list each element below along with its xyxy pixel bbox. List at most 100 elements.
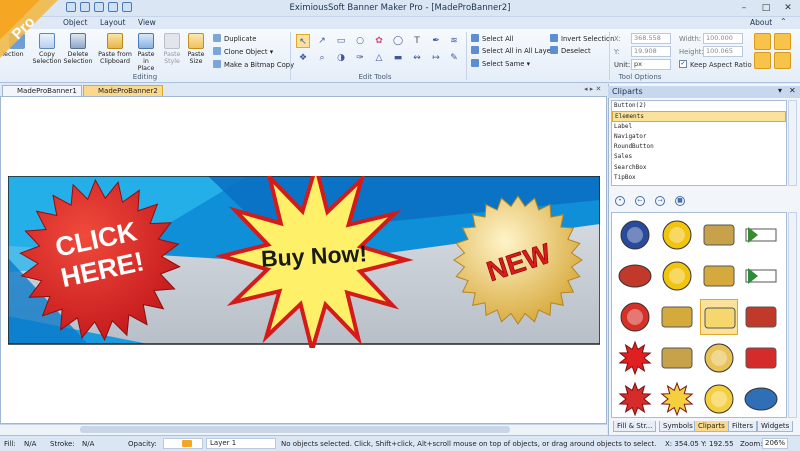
list-item[interactable]: Button(2)	[612, 101, 786, 111]
tab-widgets[interactable]: Widgets	[757, 421, 794, 432]
list-item[interactable]: SearchBox	[612, 163, 786, 173]
measure-tool-icon[interactable]: ↦	[429, 51, 443, 65]
tab-madeprobanner2[interactable]: MadeProBanner2	[83, 85, 163, 96]
number-two-clipart[interactable]	[616, 299, 654, 335]
close-icon[interactable]: ✕	[777, 0, 799, 16]
unit-select[interactable]: px	[631, 59, 671, 70]
dropper-tool-icon[interactable]: ✑	[353, 51, 367, 65]
back-icon[interactable]: ←	[635, 196, 645, 206]
paste-from-clipboard-button[interactable]: Paste from Clipboard	[97, 33, 133, 65]
gold-bubble-clipart[interactable]	[700, 258, 738, 294]
eraser-tool-icon[interactable]: ▬	[391, 51, 405, 65]
select-all-button[interactable]: Select All	[471, 34, 514, 43]
tab-madeprobanner1[interactable]: MadeProBanner1	[2, 85, 82, 96]
select-tool-icon[interactable]: ↖	[296, 34, 310, 48]
text-tool-icon[interactable]: T	[410, 34, 424, 48]
new-seal[interactable]: NEW	[453, 195, 583, 325]
invert-selection-button[interactable]: Invert Selection	[550, 34, 614, 43]
free-software-clipart[interactable]	[700, 381, 738, 417]
paste-style-button[interactable]: Paste Style	[160, 33, 184, 65]
list-scrollbar[interactable]	[788, 100, 797, 186]
bucket-tool-icon[interactable]: △	[372, 51, 386, 65]
badge-clipart[interactable]	[616, 217, 654, 253]
blue-sphere-clipart[interactable]	[742, 381, 780, 417]
ribbon-four-clipart[interactable]	[658, 299, 696, 335]
new-badge-clipart[interactable]	[700, 299, 738, 335]
clone-object-button[interactable]: Clone Object ▾	[213, 47, 273, 56]
list-item[interactable]: TipBox	[612, 173, 786, 183]
home-icon[interactable]: •	[615, 196, 625, 206]
tab-symbols[interactable]: Symbols	[659, 421, 697, 432]
ribbon-toggle-icon[interactable]: ⌃	[780, 17, 787, 26]
align-bottom-right-icon[interactable]	[774, 52, 791, 69]
gold-star-burst-clipart[interactable]	[700, 340, 738, 376]
ellipse-tool-icon[interactable]: ○	[353, 34, 367, 48]
align-top-right-icon[interactable]	[774, 33, 791, 50]
scrollbar-thumb[interactable]	[80, 426, 510, 433]
banner-artwork[interactable]: CLICK HERE! Buy Now! NEW	[8, 176, 600, 348]
menu-layout[interactable]: Layout	[100, 18, 126, 27]
clipart-gallery[interactable]	[611, 212, 787, 418]
align-bottom-left-icon[interactable]	[754, 52, 771, 69]
tab-filters[interactable]: Filters	[728, 421, 757, 432]
keep-aspect-checkbox[interactable]: ✓	[679, 60, 687, 68]
height-field[interactable]: 100.065	[703, 46, 743, 57]
menu-view[interactable]: View	[138, 18, 156, 27]
spiral-tool-icon[interactable]: ◯	[391, 34, 405, 48]
tweak-tool-icon[interactable]: ❖	[296, 51, 310, 65]
panel-pin-icon[interactable]: ▾	[778, 86, 782, 95]
minimize-icon[interactable]: –	[733, 0, 755, 16]
layer-select[interactable]: Layer 1	[206, 438, 276, 449]
maximize-icon[interactable]: □	[755, 0, 777, 16]
gallery-scrollbar[interactable]	[788, 212, 797, 418]
align-top-left-icon[interactable]	[754, 33, 771, 50]
red-oval-clipart[interactable]	[616, 258, 654, 294]
list-item[interactable]: RoundButton	[612, 142, 786, 152]
green-arrow-clipart[interactable]	[742, 258, 780, 294]
star-tool-icon[interactable]: ✿	[372, 34, 386, 48]
yellow-burst-clipart[interactable]	[658, 381, 696, 417]
gradient-tool-icon[interactable]: ◑	[334, 51, 348, 65]
node-tool-icon[interactable]: ↗	[315, 34, 329, 48]
connector-tool-icon[interactable]: ↭	[410, 51, 424, 65]
tab-cliparts[interactable]: Cliparts	[694, 421, 729, 432]
order-now-clipart[interactable]	[742, 299, 780, 335]
stop-icon[interactable]: ■	[675, 196, 685, 206]
clipart-category-list[interactable]: Button(2) Elements Label Navigator Round…	[611, 100, 787, 186]
duplicate-button[interactable]: Duplicate	[213, 34, 256, 43]
yellow-ring-clipart[interactable]	[658, 258, 696, 294]
forward-icon[interactable]: →	[655, 196, 665, 206]
select-same-button[interactable]: Select Same ▾	[471, 59, 530, 68]
y-field[interactable]: 19.908	[631, 46, 671, 57]
menu-about[interactable]: About	[750, 18, 772, 27]
red-box-clipart[interactable]	[742, 340, 780, 376]
list-item[interactable]: Elements	[612, 111, 786, 122]
width-field[interactable]: 100.000	[703, 33, 743, 44]
tab-fill-stroke[interactable]: Fill & Str...	[613, 421, 657, 432]
star-seal-clipart[interactable]	[658, 217, 696, 253]
make-bitmap-copy-button[interactable]: Make a Bitmap Copy	[213, 60, 294, 69]
download-arrow-clipart[interactable]	[742, 217, 780, 253]
list-item[interactable]: Navigator	[612, 132, 786, 142]
tab-scroll-icons[interactable]: ◂ ▸ ✕	[584, 85, 601, 93]
delete-selection-button[interactable]: Delete Selection	[63, 33, 93, 65]
red-star-clipart[interactable]	[616, 340, 654, 376]
paste-in-place-button[interactable]: Paste in Place	[134, 33, 158, 72]
x-field[interactable]: 368.558	[631, 33, 671, 44]
gold-ribbon-clipart[interactable]	[658, 340, 696, 376]
calligraphy-tool-icon[interactable]: ✎	[447, 51, 461, 65]
paste-size-button[interactable]: Paste Size	[185, 33, 207, 65]
list-item[interactable]: Label	[612, 122, 786, 132]
zoom-tool-icon[interactable]: ⌕	[315, 51, 329, 65]
rectangle-tool-icon[interactable]: ▭	[334, 34, 348, 48]
panel-close-icon[interactable]: ✕	[789, 86, 796, 95]
deselect-button[interactable]: Deselect	[550, 46, 591, 55]
spray-tool-icon[interactable]: ≋	[447, 34, 461, 48]
buy-now-clipart[interactable]	[616, 381, 654, 417]
pen-tool-icon[interactable]: ✒	[429, 34, 443, 48]
gold-label-clipart[interactable]	[700, 217, 738, 253]
select-all-layers-button[interactable]: Select All in All Layers	[471, 46, 557, 55]
zoom-field[interactable]: 206%	[762, 438, 788, 449]
menu-object[interactable]: Object	[63, 18, 87, 27]
list-item[interactable]: Sales	[612, 152, 786, 162]
